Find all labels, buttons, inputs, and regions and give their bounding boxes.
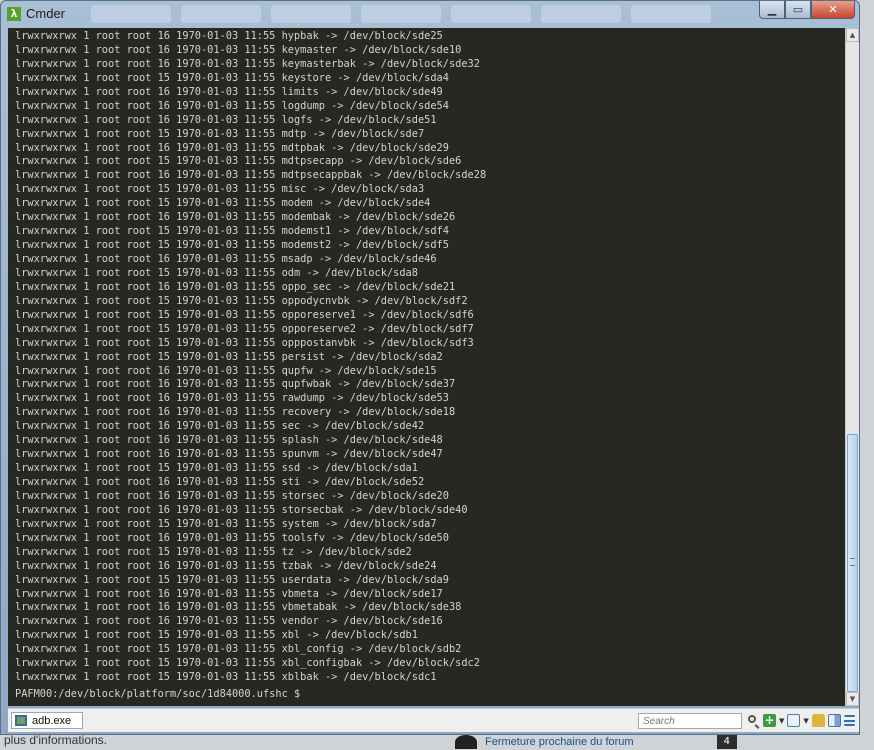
terminal-line: lrwxrwxrwx 1 root root 16 1970-01-03 11:… xyxy=(15,434,443,447)
cmder-lambda-icon: λ xyxy=(7,7,21,21)
toolbar: + ▼ ▼ xyxy=(763,714,855,727)
terminal-prompt[interactable]: PAFM00:/dev/block/platform/soc/1d84000.u… xyxy=(15,688,300,700)
terminal-line: lrwxrwxrwx 1 root root 16 1970-01-03 11:… xyxy=(15,615,443,628)
terminal-line: lrwxrwxrwx 1 root root 16 1970-01-03 11:… xyxy=(15,601,462,614)
terminal-line: lrwxrwxrwx 1 root root 16 1970-01-03 11:… xyxy=(15,587,443,600)
reply-count-badge: 4 xyxy=(716,735,737,749)
terminal-line: lrwxrwxrwx 1 root root 15 1970-01-03 11:… xyxy=(15,294,468,307)
terminal-scrollbar[interactable]: ▲ ▼ xyxy=(845,28,859,706)
terminal-line: lrwxrwxrwx 1 root root 15 1970-01-03 11:… xyxy=(15,266,418,279)
terminal-line: lrwxrwxrwx 1 root root 16 1970-01-03 11:… xyxy=(15,406,456,419)
background-tab-ghost xyxy=(271,5,351,23)
search-icon[interactable] xyxy=(748,715,756,723)
search-input[interactable] xyxy=(638,713,742,729)
terminal-line: lrwxrwxrwx 1 root root 16 1970-01-03 11:… xyxy=(15,43,462,56)
background-tab-ghost xyxy=(91,5,171,23)
terminal-line: lrwxrwxrwx 1 root root 16 1970-01-03 11:… xyxy=(15,99,449,112)
terminal-line: lrwxrwxrwx 1 root root 15 1970-01-03 11:… xyxy=(15,225,449,238)
terminal-line: lrwxrwxrwx 1 root root 16 1970-01-03 11:… xyxy=(15,253,437,265)
console-icon[interactable] xyxy=(787,714,801,727)
terminal-line: lrwxrwxrwx 1 root root 16 1970-01-03 11:… xyxy=(15,364,437,377)
new-tab-dropdown-icon[interactable]: ▼ xyxy=(779,717,784,725)
background-tab-ghost xyxy=(181,5,261,23)
terminal-line: lrwxrwxrwx 1 root root 15 1970-01-03 11:… xyxy=(15,350,443,363)
minimize-button[interactable]: ▁ xyxy=(759,1,785,19)
terminal-output[interactable]: lrwxrwxrwx 1 root root 16 1970-01-03 11:… xyxy=(8,28,845,706)
terminal-line: lrwxrwxrwx 1 root root 15 1970-01-03 11:… xyxy=(15,183,425,196)
terminal-line: lrwxrwxrwx 1 root root 15 1970-01-03 11:… xyxy=(15,127,425,140)
console-tab-adb[interactable]: adb.exe xyxy=(11,712,83,729)
terminal-line: lrwxrwxrwx 1 root root 16 1970-01-03 11:… xyxy=(15,489,449,502)
terminal-line: lrwxrwxrwx 1 root root 16 1970-01-03 11:… xyxy=(15,392,449,405)
terminal-line: lrwxrwxrwx 1 root root 15 1970-01-03 11:… xyxy=(15,71,449,84)
terminal-line: lrwxrwxrwx 1 root root 15 1970-01-03 11:… xyxy=(15,336,474,349)
terminal-line: lrwxrwxrwx 1 root root 15 1970-01-03 11:… xyxy=(15,671,437,684)
console-tab-label: adb.exe xyxy=(32,714,72,727)
scroll-down-arrow-icon[interactable]: ▼ xyxy=(846,692,859,706)
terminal-line: lrwxrwxrwx 1 root root 15 1970-01-03 11:… xyxy=(15,239,449,252)
terminal-line: lrwxrwxrwx 1 root root 15 1970-01-03 11:… xyxy=(15,197,431,210)
status-bar: adb.exe + ▼ ▼ xyxy=(8,708,859,732)
terminal-line: lrwxrwxrwx 1 root root 15 1970-01-03 11:… xyxy=(15,308,474,321)
terminal-line: lrwxrwxrwx 1 root root 16 1970-01-03 11:… xyxy=(15,57,480,70)
terminal-line: lrwxrwxrwx 1 root root 15 1970-01-03 11:… xyxy=(15,322,474,335)
background-tab-ghost xyxy=(631,5,711,23)
terminal-line: lrwxrwxrwx 1 root root 15 1970-01-03 11:… xyxy=(15,462,418,475)
terminal-line: lrwxrwxrwx 1 root root 16 1970-01-03 11:… xyxy=(15,420,425,433)
scroll-up-arrow-icon[interactable]: ▲ xyxy=(846,28,859,42)
terminal-line: lrwxrwxrwx 1 root root 16 1970-01-03 11:… xyxy=(15,476,425,488)
new-tab-icon[interactable]: + xyxy=(763,714,776,727)
terminal-line: lrwxrwxrwx 1 root root 16 1970-01-03 11:… xyxy=(15,531,449,544)
maximize-button[interactable]: ▭ xyxy=(785,1,811,19)
terminal-line: lrwxrwxrwx 1 root root 15 1970-01-03 11:… xyxy=(15,643,462,656)
window-title: Cmder xyxy=(26,6,66,21)
forum-link[interactable]: Fermeture prochaine du forum xyxy=(485,736,634,748)
background-tab-ghost xyxy=(451,5,531,23)
terminal-lines: lrwxrwxrwx 1 root root 16 1970-01-03 11:… xyxy=(15,30,486,685)
console-dropdown-icon[interactable]: ▼ xyxy=(803,717,808,725)
terminal-line: lrwxrwxrwx 1 root root 16 1970-01-03 11:… xyxy=(15,85,443,98)
terminal-line: lrwxrwxrwx 1 root root 15 1970-01-03 11:… xyxy=(15,629,418,642)
terminal-line: lrwxrwxrwx 1 root root 15 1970-01-03 11:… xyxy=(15,573,449,586)
background-tab-ghost xyxy=(541,5,621,23)
terminal-line: lrwxrwxrwx 1 root root 16 1970-01-03 11:… xyxy=(15,113,437,126)
terminal-line: lrwxrwxrwx 1 root root 16 1970-01-03 11:… xyxy=(15,378,456,391)
window-controls: ▁ ▭ ✕ xyxy=(759,1,855,19)
background-tab-ghost xyxy=(361,5,441,23)
background-forum-row[interactable]: Fermeture prochaine du forum 4 xyxy=(455,734,755,750)
close-button[interactable]: ✕ xyxy=(811,1,855,19)
terminal-line: lrwxrwxrwx 1 root root 16 1970-01-03 11:… xyxy=(15,559,437,572)
terminal-line: lrwxrwxrwx 1 root root 15 1970-01-03 11:… xyxy=(15,545,412,558)
console-tab-icon xyxy=(15,715,27,726)
terminal-line: lrwxrwxrwx 1 root root 16 1970-01-03 11:… xyxy=(15,141,449,154)
terminal-line: lrwxrwxrwx 1 root root 16 1970-01-03 11:… xyxy=(15,169,487,182)
terminal-line: lrwxrwxrwx 1 root root 16 1970-01-03 11:… xyxy=(15,503,468,516)
scrollbar-grip-icon xyxy=(850,558,855,566)
user-avatar-icon xyxy=(455,735,477,749)
terminal-line: lrwxrwxrwx 1 root root 15 1970-01-03 11:… xyxy=(15,657,480,670)
background-text: plus d'informations. xyxy=(4,733,108,747)
terminal-line: lrwxrwxrwx 1 root root 16 1970-01-03 11:… xyxy=(15,30,443,42)
terminal-line: lrwxrwxrwx 1 root root 16 1970-01-03 11:… xyxy=(15,211,456,224)
menu-icon[interactable] xyxy=(843,715,855,726)
lock-icon[interactable] xyxy=(811,714,825,727)
title-bar[interactable]: λ Cmder ▁ ▭ ✕ xyxy=(1,1,859,27)
split-icon[interactable] xyxy=(827,714,841,727)
cmder-window: λ Cmder ▁ ▭ ✕ lrwxrwxrwx 1 root root 16 … xyxy=(0,0,860,735)
terminal-line: lrwxrwxrwx 1 root root 16 1970-01-03 11:… xyxy=(15,448,443,461)
terminal-line: lrwxrwxrwx 1 root root 15 1970-01-03 11:… xyxy=(15,517,437,530)
terminal-line: lrwxrwxrwx 1 root root 15 1970-01-03 11:… xyxy=(15,155,462,168)
scrollbar-thumb[interactable] xyxy=(847,434,858,692)
terminal-line: lrwxrwxrwx 1 root root 16 1970-01-03 11:… xyxy=(15,280,456,293)
